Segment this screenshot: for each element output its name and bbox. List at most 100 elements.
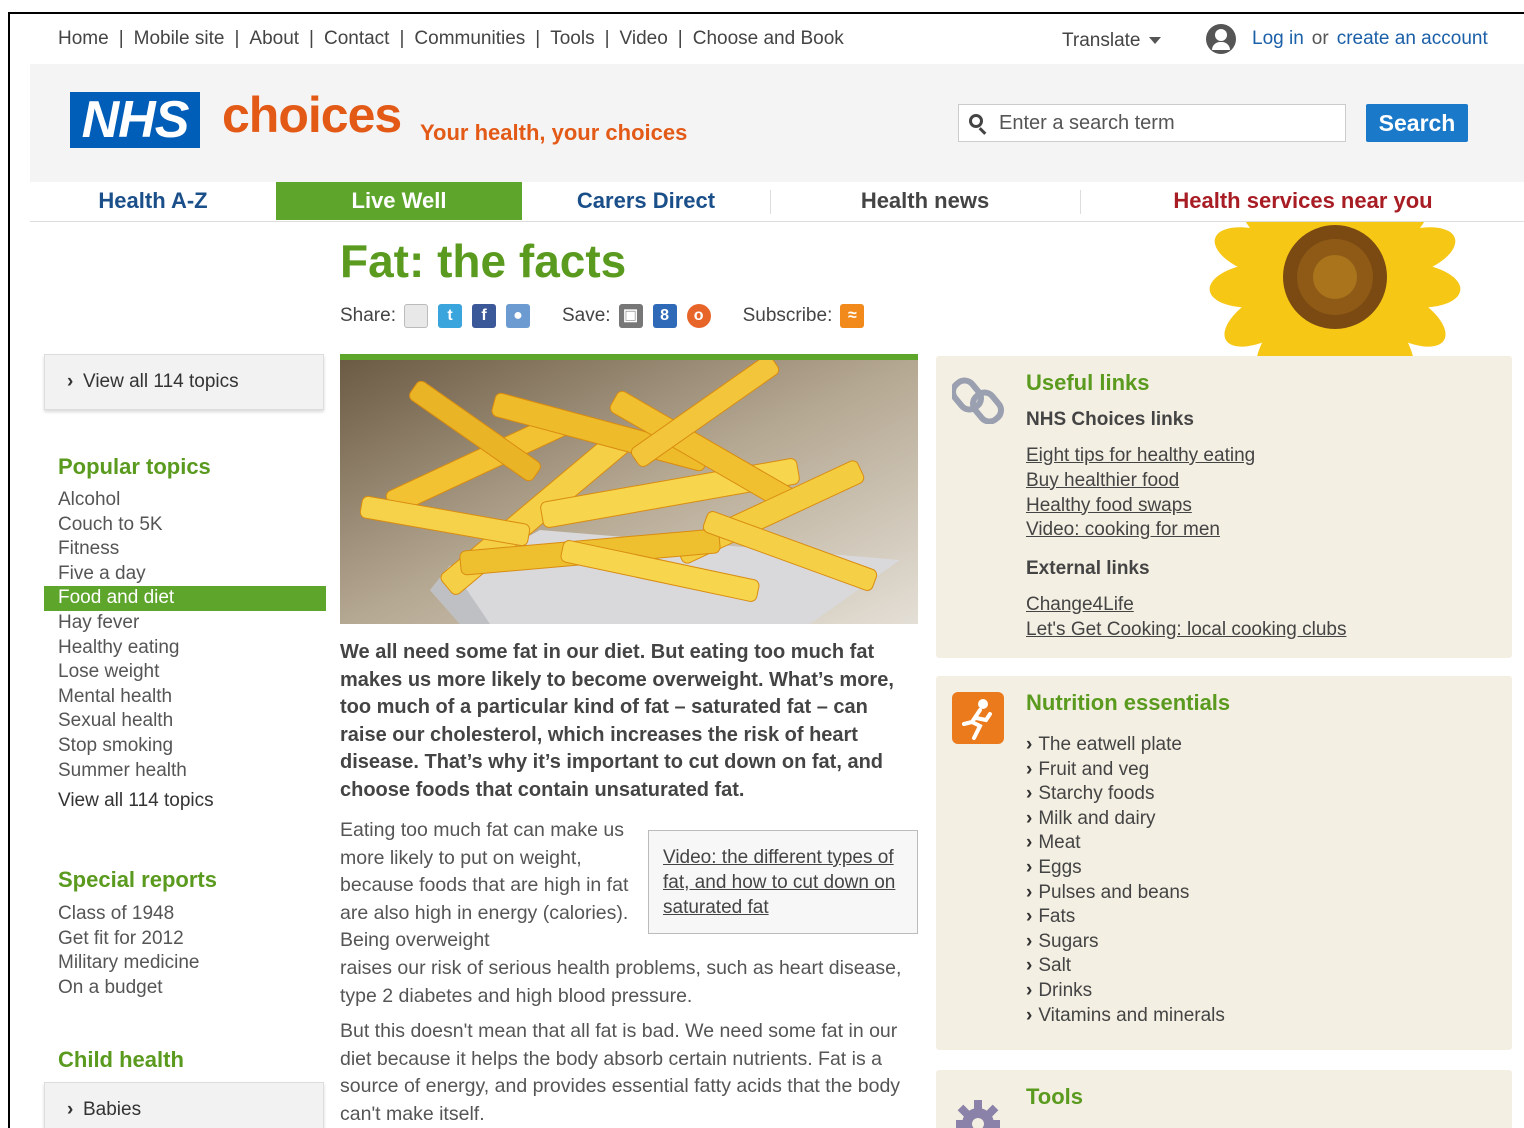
sidebar-item-five-a-day[interactable]: Five a day [44,562,326,587]
nutrition-item-milk-and-dairy[interactable]: Milk and dairy [1026,807,1225,832]
login-area: Log in or create an account [1206,24,1488,54]
special-reports-list: Class of 1948 Get fit for 2012 Military … [44,902,326,1000]
util-link-communities[interactable]: Communities [414,28,525,50]
nutrition-list: The eatwell plate Fruit and veg Starchy … [1026,733,1225,1028]
sidebar-item-alcohol[interactable]: Alcohol [44,488,326,513]
nav-carers-direct[interactable]: Carers Direct [522,182,770,220]
sidebar-item-hay-fever[interactable]: Hay fever [44,611,326,636]
search-input[interactable] [999,105,1339,141]
util-link-video[interactable]: Video [620,28,668,50]
subscribe-label: Subscribe: [742,305,833,326]
nutrition-item-drinks[interactable]: Drinks [1026,979,1225,1004]
link-healthy-food-swaps[interactable]: Healthy food swaps [1026,494,1255,519]
nav-health-news[interactable]: Health news [770,182,1080,220]
login-link[interactable]: Log in [1252,28,1304,50]
sidebar-item-class-of-1948[interactable]: Class of 1948 [44,902,326,927]
link-change4life[interactable]: Change4Life [1026,593,1346,618]
video-link[interactable]: Video: the different types of fat, and h… [663,847,895,918]
main-nav: Health A-Z Live Well Carers Direct Healt… [30,182,1524,222]
babies-label: Babies [83,1099,142,1120]
sidebar-item-couch-to-5k[interactable]: Couch to 5K [44,513,326,538]
babies-button[interactable]: › Babies [44,1082,324,1128]
link-video-cooking-for-men[interactable]: Video: cooking for men [1026,518,1255,543]
twitter-icon[interactable]: t [437,304,462,328]
popular-topics-heading: Popular topics [58,454,211,479]
nutrition-item-sugars[interactable]: Sugars [1026,930,1225,955]
special-reports-heading: Special reports [58,867,217,892]
social-bookmark-icon[interactable]: ● [505,304,530,328]
sidebar-item-healthy-eating[interactable]: Healthy eating [44,636,326,661]
useful-links-box: Useful links NHS Choices links Eight tip… [936,356,1512,658]
article-paragraph-1: Eating too much fat can make us more lik… [340,819,629,952]
link-eight-tips[interactable]: Eight tips for healthy eating [1026,444,1255,469]
article-paragraph-1-continued: raises our risk of serious health proble… [340,957,902,1007]
sidebar-item-military-medicine[interactable]: Military medicine [44,951,326,976]
util-link-mobile-site[interactable]: Mobile site [134,28,225,50]
rss-icon[interactable]: ≈ [840,304,865,328]
nutrition-item-pulses-and-beans[interactable]: Pulses and beans [1026,881,1225,906]
sidebar-item-fitness[interactable]: Fitness [44,537,326,562]
sidebar-item-sexual-health[interactable]: Sexual health [44,709,326,734]
popular-topics-list: Alcohol Couch to 5K Fitness Five a day F… [44,488,326,783]
chain-link-icon [950,372,1004,425]
search-button[interactable]: Search [1366,104,1468,142]
nutrition-item-fruit-and-veg[interactable]: Fruit and veg [1026,758,1225,783]
link-buy-healthier-food[interactable]: Buy healthier food [1026,469,1255,494]
tagline: Your health, your choices [420,120,688,145]
save-label: Save: [561,305,611,326]
nutrition-item-eggs[interactable]: Eggs [1026,856,1225,881]
nutrition-item-salt[interactable]: Salt [1026,954,1225,979]
sidebar-item-mental-health[interactable]: Mental health [44,685,326,710]
page-title: Fat: the facts [340,235,627,287]
create-account-link[interactable]: create an account [1337,28,1488,50]
gear-icon [952,1086,1004,1128]
nutrition-essentials-box: Nutrition essentials The eatwell plate F… [936,676,1512,1050]
util-link-tools[interactable]: Tools [550,28,594,50]
running-person-icon [952,692,1004,744]
browser-page: Home | Mobile site | About | Contact | Commu… [8,12,1524,1128]
useful-links-title: Useful links [1026,370,1150,395]
article-paragraph-2: But this doesn't mean that all fat is ba… [340,1020,901,1125]
article-intro: We all need some fat in our diet. But ea… [340,641,894,801]
translate-dropdown[interactable]: Translate [1062,30,1161,52]
child-health-heading: Child health [58,1047,184,1072]
bookmark-icon[interactable]: o [686,304,711,328]
email-icon[interactable] [403,304,428,328]
util-link-contact[interactable]: Contact [324,28,389,50]
chevron-down-icon [1148,37,1161,45]
nav-health-a-z[interactable]: Health A-Z [30,182,276,220]
translate-label: Translate [1062,30,1141,51]
utility-bar: Home | Mobile site | About | Contact | Commu… [10,14,1524,64]
view-all-topics-button[interactable]: › View all 114 topics [44,354,324,410]
nhs-logo[interactable]: NHS [70,92,200,148]
sidebar-item-stop-smoking[interactable]: Stop smoking [44,734,326,759]
chevron-right-icon: › [67,371,74,392]
sidebar-item-lose-weight[interactable]: Lose weight [44,660,326,685]
nav-health-services[interactable]: Health services near you [1080,182,1524,220]
nutrition-item-meat[interactable]: Meat [1026,831,1225,856]
search-icon [969,114,983,128]
choices-logo[interactable]: choices [222,86,402,144]
util-link-home[interactable]: Home [58,28,109,50]
util-link-choose-and-book[interactable]: Choose and Book [693,28,844,50]
nutrition-item-fats[interactable]: Fats [1026,905,1225,930]
facebook-icon[interactable]: f [471,304,496,328]
sidebar-item-on-a-budget[interactable]: On a budget [44,976,326,1001]
external-links-heading: External links [1026,558,1150,579]
tools-title: Tools [1026,1084,1084,1109]
util-link-about[interactable]: About [249,28,299,50]
nutrition-item-eatwell-plate[interactable]: The eatwell plate [1026,733,1225,758]
nav-live-well[interactable]: Live Well [276,182,522,220]
sidebar-item-get-fit-for-2012[interactable]: Get fit for 2012 [44,927,326,952]
google-bookmark-icon[interactable]: 8 [652,304,677,328]
print-icon[interactable]: ▣ [618,304,643,328]
view-all-topics-link[interactable]: View all 114 topics [58,790,214,812]
sidebar-item-summer-health[interactable]: Summer health [44,759,326,784]
nutrition-item-vitamins-and-minerals[interactable]: Vitamins and minerals [1026,1004,1225,1029]
nhs-links-list: Eight tips for healthy eating Buy health… [1026,444,1255,543]
sidebar-item-food-and-diet[interactable]: Food and diet [44,586,326,611]
sunflower-image [1090,222,1524,372]
nhs-choices-links-heading: NHS Choices links [1026,409,1194,430]
nutrition-item-starchy-foods[interactable]: Starchy foods [1026,782,1225,807]
link-lets-get-cooking[interactable]: Let's Get Cooking: local cooking clubs [1026,618,1346,643]
